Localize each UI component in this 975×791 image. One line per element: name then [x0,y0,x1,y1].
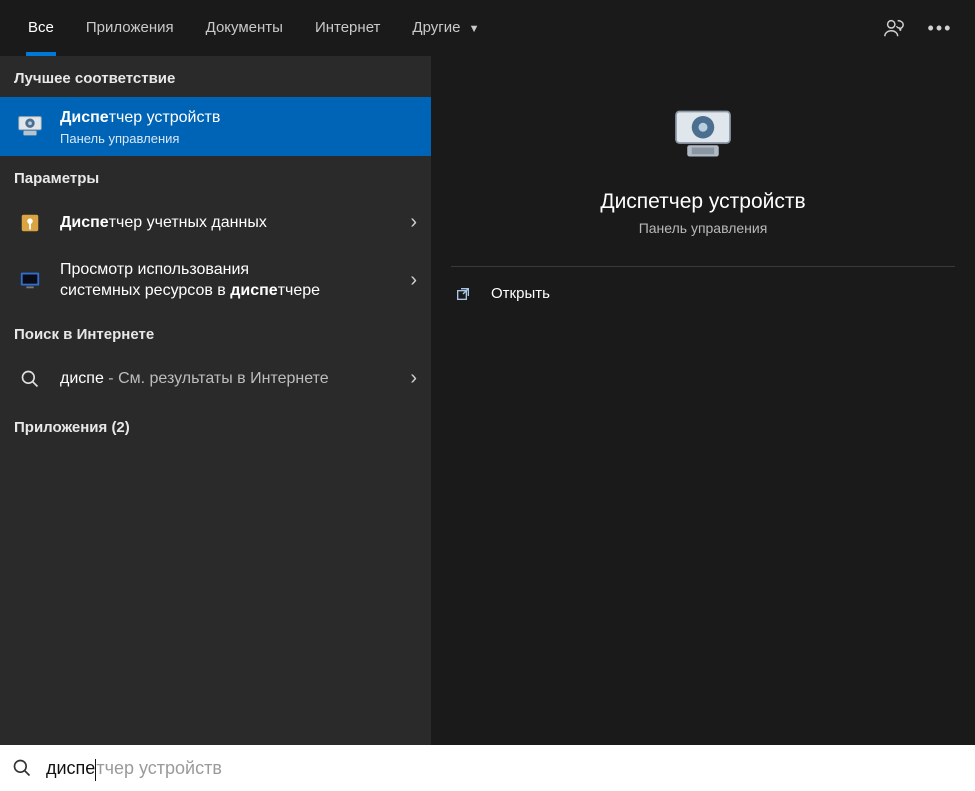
results-panel: Лучшее соответствие Диспетчер устройств … [0,56,431,745]
device-manager-icon [14,110,46,142]
open-action[interactable]: Открыть [431,267,975,320]
chevron-right-icon: › [410,211,417,234]
tab-all[interactable]: Все [12,0,70,56]
system-resources-icon [14,264,46,296]
chevron-down-icon: ▼ [469,23,480,35]
search-bar[interactable]: диспетчер устройств [0,745,975,791]
best-match-subtitle: Панель управления [60,131,417,146]
section-web-search: Поиск в Интернете [0,312,431,353]
preview-panel: Диспетчер устройств Панель управления От… [431,56,975,745]
tab-more[interactable]: Другие ▼ [396,0,495,56]
search-icon [12,758,32,778]
feedback-icon[interactable] [871,0,917,56]
preview-title: Диспетчер устройств [600,190,805,214]
settings-result-resources-title: Просмотр использования системных ресурсо… [60,259,402,302]
web-search-title: диспе - См. результаты в Интернете [60,368,402,390]
search-icon [14,363,46,395]
settings-result-credentials-title: Диспетчер учетных данных [60,212,402,234]
chevron-right-icon: › [410,269,417,292]
best-match-title: Диспетчер устройств [60,107,417,129]
preview-device-manager-icon [667,98,739,170]
web-search-result[interactable]: диспе - См. результаты в Интернете › [0,353,431,405]
chevron-right-icon: › [410,367,417,390]
tab-documents[interactable]: Документы [190,0,299,56]
open-label: Открыть [491,285,550,302]
more-options-icon[interactable]: ••• [917,0,963,56]
search-filter-tabs: Все Приложения Документы Интернет Другие… [0,0,975,56]
best-match-result[interactable]: Диспетчер устройств Панель управления [0,97,431,156]
tab-apps[interactable]: Приложения [70,0,190,56]
settings-result-credentials[interactable]: Диспетчер учетных данных › [0,197,431,249]
settings-result-resources[interactable]: Просмотр использования системных ресурсо… [0,249,431,312]
section-settings: Параметры [0,156,431,197]
tab-more-label: Другие [412,19,460,36]
tab-internet[interactable]: Интернет [299,0,396,56]
section-apps: Приложения (2) [0,405,431,446]
search-typed-text: диспе [46,758,95,779]
open-icon [455,286,473,302]
search-suggestion-text: тчер устройств [96,758,222,779]
credential-manager-icon [14,207,46,239]
section-best-match: Лучшее соответствие [0,56,431,97]
preview-subtitle: Панель управления [639,220,768,236]
